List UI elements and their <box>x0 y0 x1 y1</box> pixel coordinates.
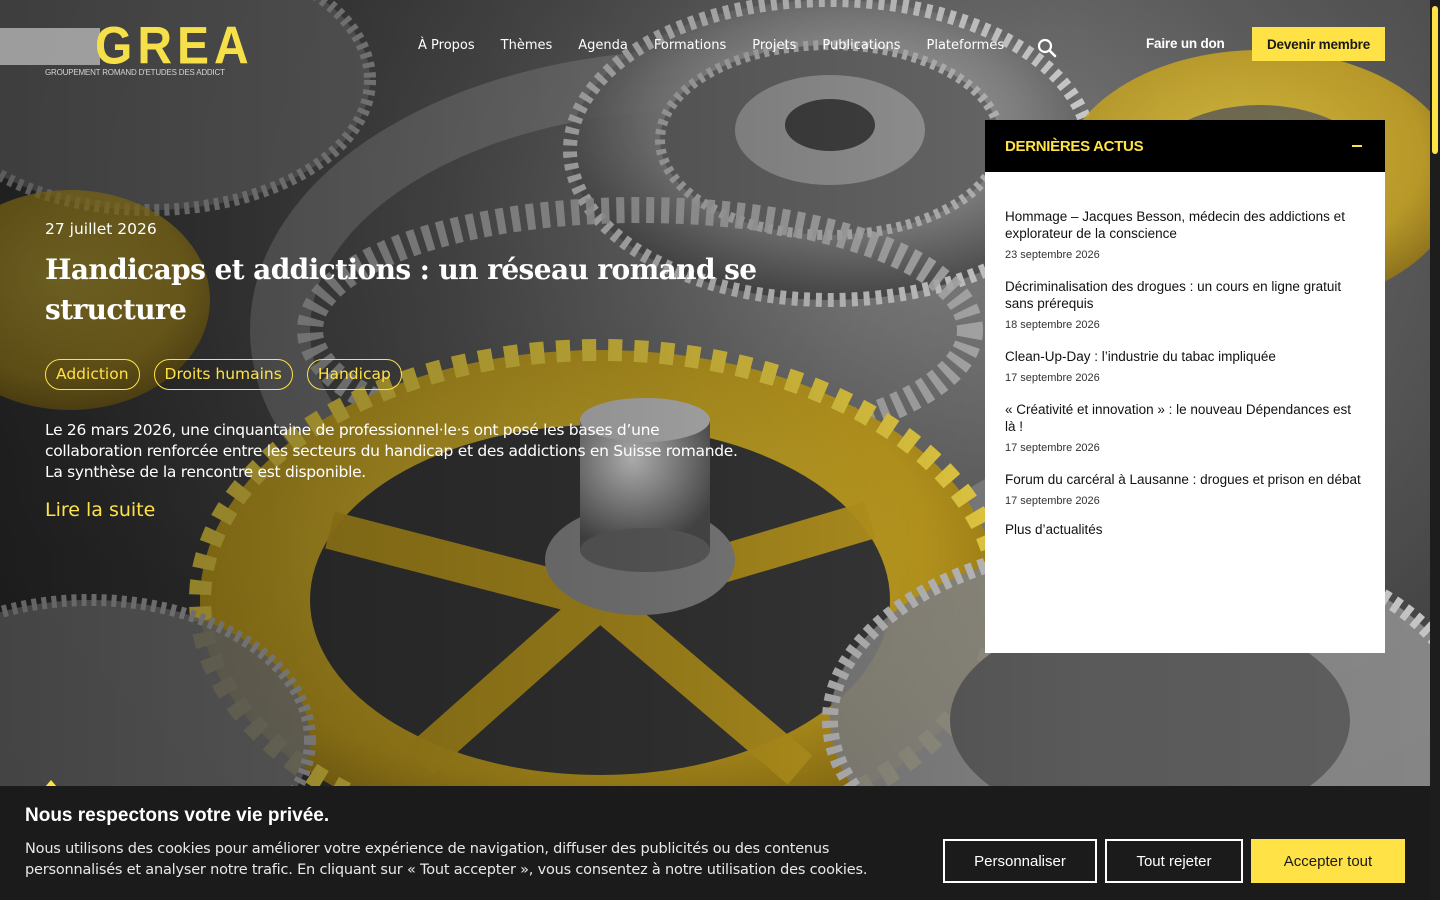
search-icon[interactable] <box>1036 37 1058 59</box>
list-item: Décriminalisation des drogues : un cours… <box>1005 278 1365 331</box>
news-item-title[interactable]: Hommage – Jacques Besson, médecin des ad… <box>1005 208 1365 242</box>
nav-item-themes[interactable]: Thèmes <box>501 37 553 55</box>
cookie-title: Nous respectons votre vie privée. <box>25 805 330 826</box>
nav-item-agenda[interactable]: Agenda <box>578 37 628 55</box>
tag-droits-humains[interactable]: Droits humains <box>153 359 293 390</box>
scrollbar-thumb[interactable] <box>1432 6 1438 154</box>
logo-subtitle: GROUPEMENT ROMAND D'ETUDES DES ADDICTION… <box>45 68 225 77</box>
latest-news-panel: DERNIÈRES ACTUS Hommage – Jacques Besson… <box>985 120 1385 653</box>
news-item-date: 17 septembre 2026 <box>1005 372 1100 384</box>
news-item-title[interactable]: Forum du carcéral à Lausanne : drogues e… <box>1005 471 1365 488</box>
more-news-link[interactable]: Plus d’actualités <box>1005 522 1365 537</box>
site-logo[interactable]: GREA GROUPEMENT ROMAND D'ETUDES DES ADDI… <box>45 19 249 82</box>
accept-all-button[interactable]: Accepter tout <box>1251 839 1405 883</box>
cookie-banner: Nous respectons votre vie privée. Nous u… <box>0 786 1430 900</box>
news-item-title[interactable]: « Créativité et innovation » : le nouvea… <box>1005 401 1365 435</box>
article-title[interactable]: Handicaps et addictions : un réseau roma… <box>45 250 785 330</box>
nav-item-a-propos[interactable]: À Propos <box>418 37 475 55</box>
news-item-date: 17 septembre 2026 <box>1005 442 1100 454</box>
scrollbar[interactable] <box>1430 0 1440 900</box>
news-list: Hommage – Jacques Besson, médecin des ad… <box>985 172 1385 537</box>
cookie-text: Nous utilisons des cookies pour améliore… <box>25 841 868 878</box>
latest-news-title: DERNIÈRES ACTUS <box>1005 137 1144 155</box>
list-item: Hommage – Jacques Besson, médecin des ad… <box>1005 208 1365 261</box>
tag-handicap[interactable]: Handicap <box>306 359 402 390</box>
news-item-title[interactable]: Clean-Up-Day : l’industrie du tabac impl… <box>1005 348 1365 365</box>
tag-addiction[interactable]: Addiction <box>45 359 140 390</box>
news-item-title[interactable]: Décriminalisation des drogues : un cours… <box>1005 278 1365 312</box>
nav-item-formations[interactable]: Formations <box>654 37 726 55</box>
news-item-date: 18 septembre 2026 <box>1005 319 1100 331</box>
become-member-button[interactable]: Devenir membre <box>1252 27 1385 61</box>
latest-news-header[interactable]: DERNIÈRES ACTUS <box>985 120 1385 172</box>
news-item-date: 23 septembre 2026 <box>1005 249 1100 261</box>
customize-button[interactable]: Personnaliser <box>943 839 1097 883</box>
nav-item-plateformes[interactable]: Plateformes <box>927 37 1005 55</box>
nav-item-projets[interactable]: Projets <box>752 37 796 55</box>
list-item: Forum du carcéral à Lausanne : drogues e… <box>1005 471 1365 507</box>
nav-item-publications[interactable]: Publications <box>822 37 900 55</box>
news-item-date: 17 septembre 2026 <box>1005 495 1100 507</box>
list-item: « Créativité et innovation » : le nouvea… <box>1005 401 1365 454</box>
read-more-link[interactable]: Lire la suite <box>45 499 155 521</box>
reject-all-button[interactable]: Tout rejeter <box>1105 839 1243 883</box>
collapse-icon[interactable] <box>1352 145 1362 147</box>
donate-link[interactable]: Faire un don <box>1146 36 1225 51</box>
article-tags: Addiction Droits humains Handicap <box>45 359 416 390</box>
article-date: 27 juillet 2026 <box>45 220 157 238</box>
article-excerpt: Le 26 mars 2026, une cinquantaine de pro… <box>45 421 738 481</box>
main-nav: À Propos Thèmes Agenda Formations Projet… <box>418 37 1030 55</box>
list-item: Clean-Up-Day : l’industrie du tabac impl… <box>1005 348 1365 384</box>
logo-wordmark: GREA <box>95 17 254 76</box>
